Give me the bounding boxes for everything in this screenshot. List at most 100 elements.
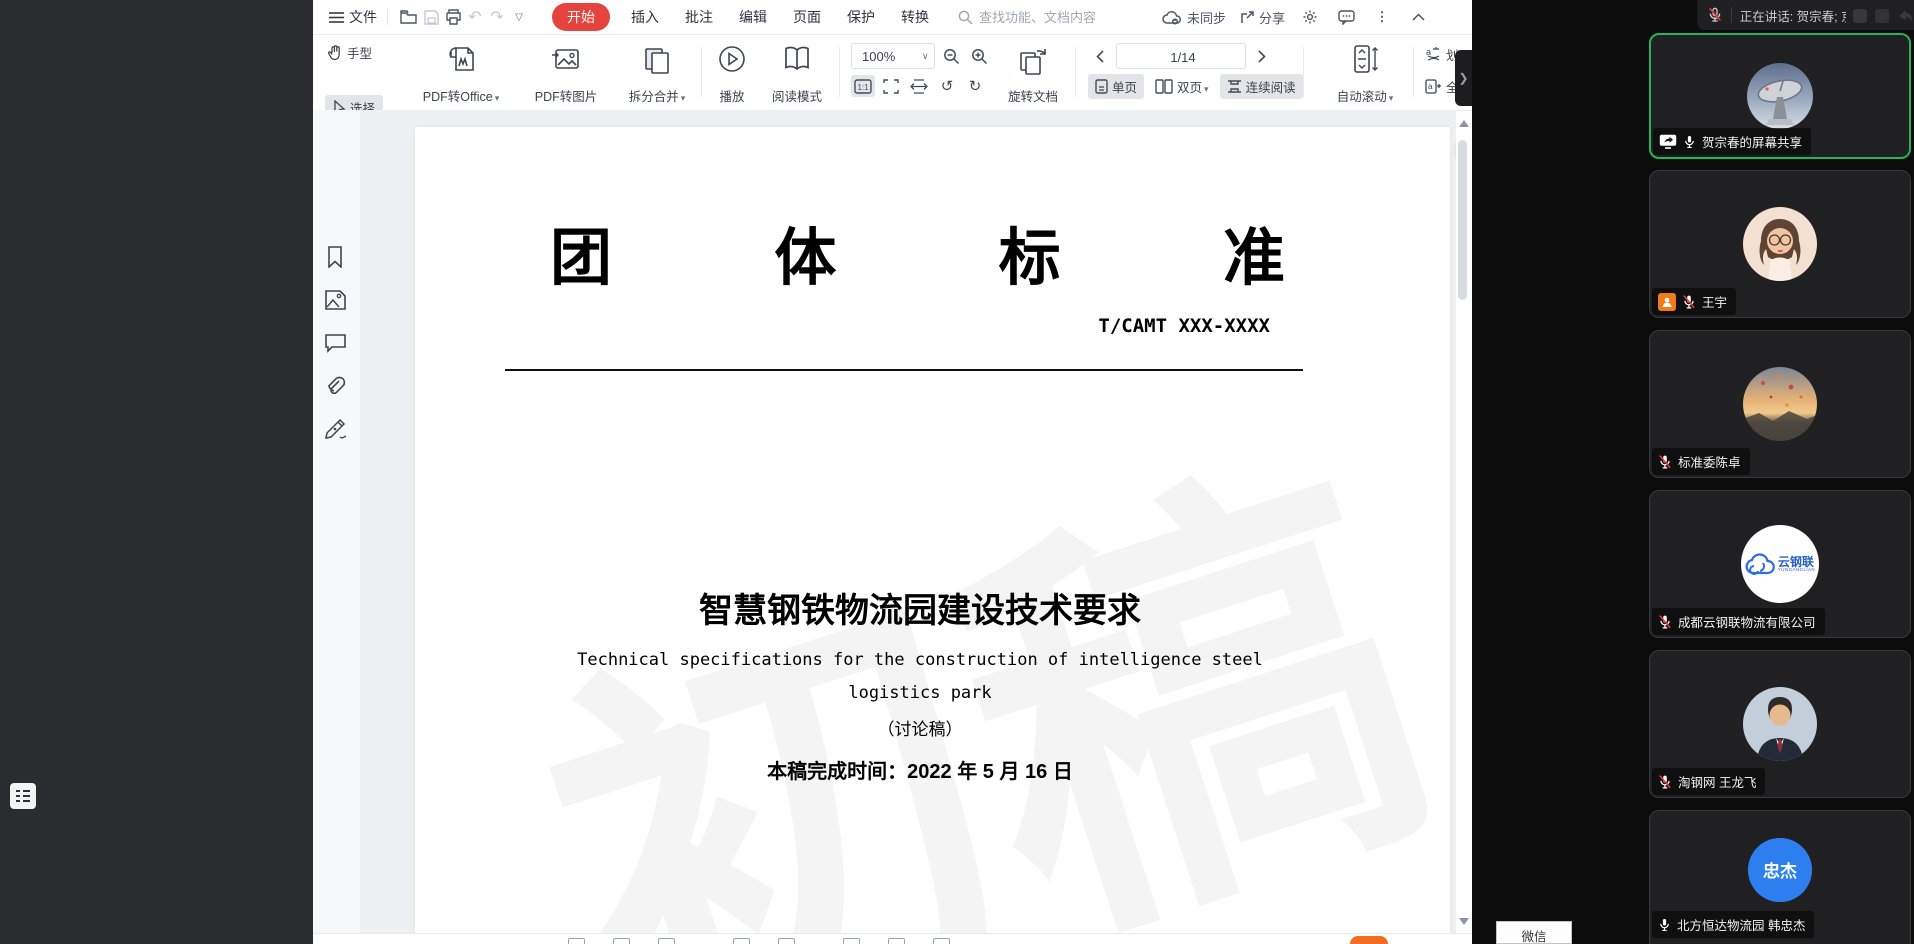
tab-protect[interactable]: 保护 <box>847 7 875 27</box>
play-button[interactable]: 播放 <box>705 41 759 107</box>
read-mode-button[interactable]: 阅读模式 <box>753 41 841 107</box>
feedback-comment-icon[interactable] <box>1335 6 1357 28</box>
more-menu-icon[interactable]: ⋮ <box>1371 6 1393 28</box>
word-translate-icon: a <box>1425 46 1442 63</box>
separator <box>1075 47 1076 97</box>
redo-icon[interactable]: ↷ <box>486 6 508 28</box>
zoom-level-input[interactable] <box>852 48 916 65</box>
rotate-left-icon[interactable]: ↺ <box>935 75 959 97</box>
pdf-to-image-button[interactable]: PDF转图片 <box>516 41 616 107</box>
participant-tile[interactable]: 贺宗春的屏幕共享 <box>1649 33 1911 159</box>
outline-panel-toggle[interactable] <box>10 783 36 809</box>
signature-pen-icon[interactable] <box>325 418 347 440</box>
next-page-button[interactable] <box>1250 45 1274 67</box>
zoom-dropdown-icon[interactable]: ∨ <box>922 51 929 62</box>
comment-bubble-icon[interactable] <box>325 334 347 356</box>
select-tool-button[interactable]: 选择 <box>325 95 383 111</box>
scroll-up-arrow[interactable] <box>1459 120 1469 127</box>
statusbar-icon[interactable] <box>888 938 905 944</box>
completion-date: 本稿完成时间：2022 年 5 月 16 日 <box>415 755 1425 784</box>
vertical-scrollbar[interactable] <box>1455 112 1471 933</box>
share-icon <box>1240 10 1255 25</box>
avatar-company-logo: 云钢联 YUNGANGLIAN <box>1741 525 1819 603</box>
mic-muted-icon <box>1658 774 1672 790</box>
separator <box>701 47 702 97</box>
fit-width-button[interactable] <box>907 75 931 97</box>
separator <box>387 9 388 25</box>
scrollbar-thumb[interactable] <box>1458 140 1467 300</box>
attachment-paperclip-icon[interactable] <box>325 376 347 398</box>
statusbar-icon[interactable] <box>658 938 675 944</box>
panel-collapse-handle[interactable]: ❯ <box>1455 50 1472 106</box>
document-title-en-line2: logistics park <box>415 683 1425 703</box>
svg-text:a: a <box>1426 47 1431 57</box>
document-title-cn: 智慧钢铁物流园建设技术要求 <box>415 583 1425 632</box>
image-annotation-icon[interactable] <box>325 290 347 312</box>
tab-comment[interactable]: 批注 <box>685 7 713 27</box>
zoom-out-button[interactable] <box>939 45 963 67</box>
status-bar <box>313 933 1474 944</box>
search-input[interactable] <box>977 4 1156 30</box>
mic-muted-icon <box>1707 6 1723 24</box>
auto-scroll-button[interactable]: 自动滚动▾ <box>1315 41 1415 107</box>
undo-icon[interactable]: ↶ <box>464 6 486 28</box>
participant-tile[interactable]: 淘钢网 王龙飞 <box>1649 650 1911 798</box>
bookmark-icon[interactable] <box>325 246 347 268</box>
statusbar-icon[interactable] <box>778 938 795 944</box>
open-file-icon[interactable] <box>398 6 420 28</box>
rotate-right-icon[interactable]: ↻ <box>963 75 987 97</box>
separator <box>1303 47 1304 97</box>
tab-insert[interactable]: 插入 <box>631 7 659 27</box>
split-merge-label: 拆分合并▾ <box>629 86 686 105</box>
single-page-button[interactable]: 单页 <box>1088 74 1144 99</box>
settings-gear-icon[interactable] <box>1299 6 1321 28</box>
standard-number: T/CAMT XXX-XXXX <box>415 315 1270 337</box>
search-box[interactable] <box>958 4 1156 30</box>
prev-page-button[interactable] <box>1088 45 1112 67</box>
tab-home[interactable]: 开始 <box>552 3 610 31</box>
participant-tile[interactable]: 王宇 <box>1649 170 1911 318</box>
split-merge-button[interactable]: 拆分合并▾ <box>611 41 703 107</box>
draft-stage-label: （讨论稿） <box>415 715 1425 740</box>
fit-page-button[interactable] <box>879 75 903 97</box>
file-menu[interactable]: 文件 <box>329 7 377 27</box>
mic-on-icon <box>1658 917 1671 933</box>
participant-tile[interactable]: 忠杰 北方恒达物流园 韩忠杰 <box>1649 810 1911 944</box>
tab-edit[interactable]: 编辑 <box>739 7 767 27</box>
document-viewport[interactable]: 初稿 团 体 标 准 T/CAMT XXX-XXXX 智慧钢铁物流园建设技术要求… <box>360 110 1456 933</box>
zoom-in-button[interactable] <box>967 45 991 67</box>
taskbar-app-peek <box>1350 936 1388 944</box>
tab-page[interactable]: 页面 <box>793 7 821 27</box>
save-icon[interactable] <box>420 6 442 28</box>
share-button[interactable]: 分享 <box>1240 8 1285 27</box>
continuous-read-button[interactable]: 连续阅读 <box>1220 74 1303 99</box>
actual-size-button[interactable]: 1:1 <box>851 75 875 97</box>
pdf-to-office-button[interactable]: PDF转Office▾ <box>401 41 521 107</box>
play-icon <box>716 43 748 75</box>
layout-icon[interactable] <box>1874 8 1890 24</box>
tab-convert[interactable]: 转换 <box>901 7 929 27</box>
zoom-level-box[interactable]: ∨ <box>851 43 935 69</box>
sync-status[interactable]: 未同步 <box>1162 8 1226 27</box>
hand-tool-button[interactable]: 手型 <box>327 43 372 62</box>
statusbar-icon[interactable] <box>733 938 750 944</box>
participant-label: 淘钢网 王龙飞 <box>1652 768 1765 795</box>
statusbar-icon[interactable] <box>613 938 630 944</box>
statusbar-icon[interactable] <box>568 938 585 944</box>
toolbar-options-chevron-icon[interactable]: ▽ <box>508 6 530 28</box>
page-indicator-box[interactable] <box>1116 43 1246 69</box>
participant-tile[interactable]: 云钢联 YUNGANGLIAN 成都云钢联物流有限公司 <box>1649 490 1911 638</box>
titlebar: 文件 ↶ ↷ ▽ 开始 插入 批注 编辑 页面 保护 转换 <box>313 0 1474 35</box>
participant-tile[interactable]: 标准委陈卓 <box>1649 330 1911 478</box>
statusbar-icon[interactable] <box>933 938 950 944</box>
print-icon[interactable] <box>442 6 464 28</box>
pop-back-arrow-icon[interactable] <box>1896 8 1914 24</box>
statusbar-icon[interactable] <box>843 938 860 944</box>
scroll-down-arrow[interactable] <box>1459 918 1469 925</box>
page-indicator-input[interactable] <box>1117 44 1249 70</box>
layout-icon[interactable] <box>1852 8 1868 24</box>
rotate-doc-button[interactable]: 旋转文档 <box>989 41 1077 107</box>
collapse-ribbon-icon[interactable] <box>1407 6 1429 28</box>
header-char: 标 <box>999 207 1061 297</box>
double-page-button[interactable]: 双页▾ <box>1148 74 1216 99</box>
